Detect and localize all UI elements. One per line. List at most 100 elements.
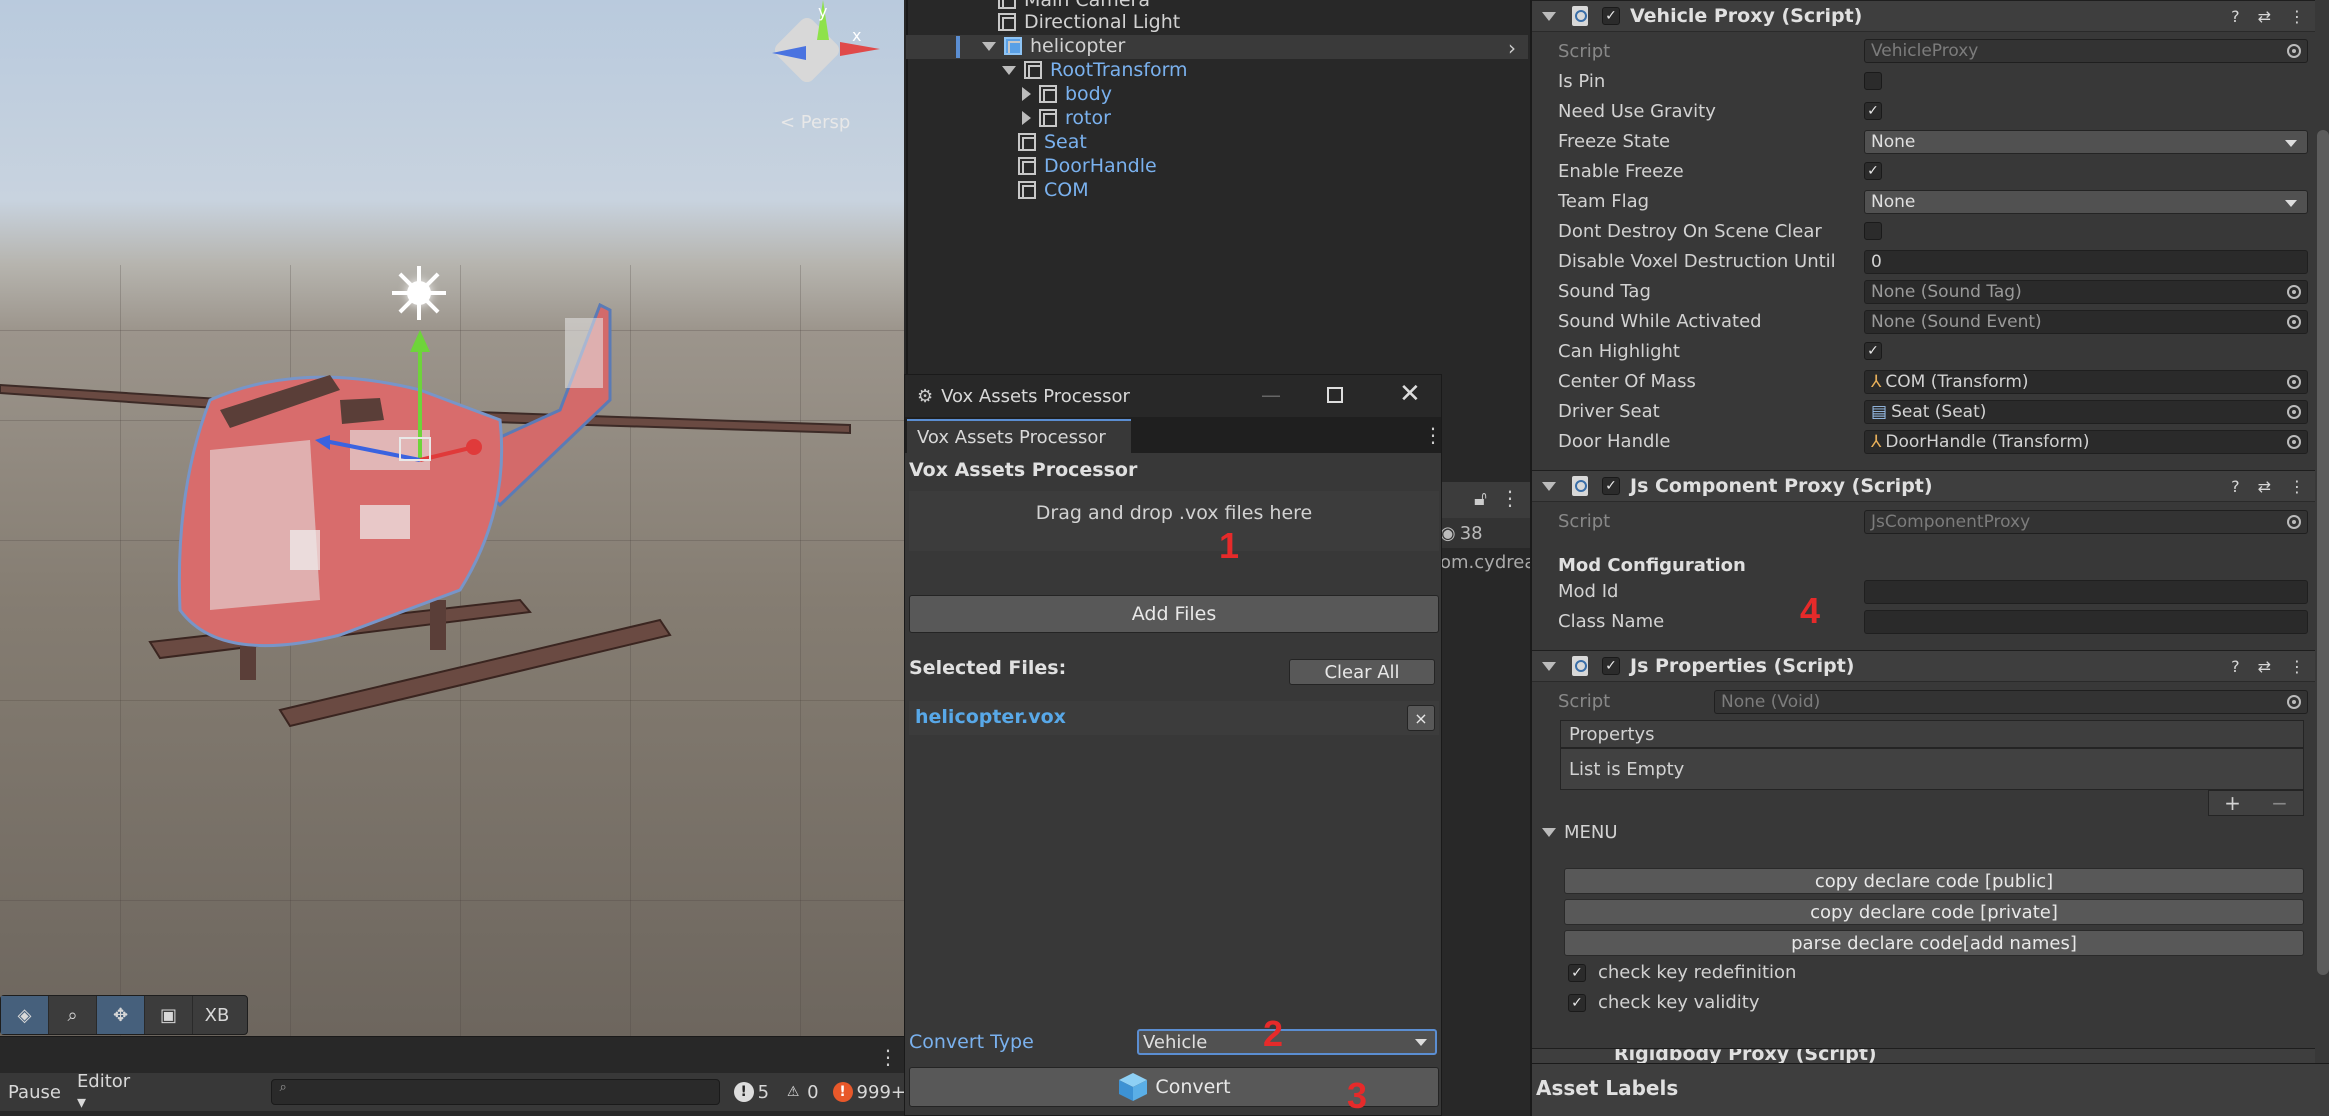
copy-public-button[interactable]: copy declare code [public] [1564,868,2304,894]
check-validity-checkbox[interactable]: ✓ [1568,994,1586,1012]
check-redefinition-checkbox[interactable]: ✓ [1568,964,1586,982]
script-field[interactable]: JsComponentProxy [1864,510,2308,534]
target-icon[interactable] [2287,44,2301,58]
js-properties-header[interactable]: ✓ Js Properties (Script) ? ⇄ ⋮ [1532,650,2315,682]
console-search-input[interactable]: ⌕ [270,1079,720,1105]
hierarchy-item-helicopter[interactable]: helicopter [982,34,1125,58]
helicopter-model[interactable] [0,290,904,750]
editor-dropdown[interactable]: Editor ▾ [69,1071,153,1113]
hierarchy-item-roottransform[interactable]: RootTransform [1002,58,1188,82]
help-icon[interactable]: ? [2231,477,2240,496]
remove-item-button[interactable]: − [2271,791,2288,815]
kebab-menu-icon[interactable]: ⋮ [1423,423,1443,447]
target-icon[interactable] [2287,515,2301,529]
kebab-menu-icon[interactable]: ⋮ [2289,7,2305,26]
add-item-button[interactable]: + [2224,791,2241,815]
component-enabled-checkbox[interactable]: ✓ [1602,657,1620,675]
target-icon[interactable] [2287,315,2301,329]
script-field[interactable]: VehicleProxy [1864,39,2308,63]
scene-view[interactable]: y x < Persp ◈ ⌕ ✥ ▣ XB [0,0,904,1036]
target-icon[interactable] [2287,695,2301,709]
kebab-menu-icon[interactable]: ⋮ [2289,657,2305,676]
need-gravity-checkbox[interactable]: ✓ [1864,102,1882,120]
sound-active-field[interactable]: None (Sound Event) [1864,310,2308,334]
sound-tag-field[interactable]: None (Sound Tag) [1864,280,2308,304]
hierarchy-item-seat[interactable]: Seat [1018,130,1087,154]
info-counter[interactable]: ! 5 [733,1082,769,1103]
error-counter[interactable]: ! 999+ [832,1082,906,1103]
script-field[interactable]: None (Void) [1714,690,2308,714]
driver-seat-field[interactable]: ▤ Seat (Seat) [1864,400,2308,424]
class-name-input[interactable] [1864,610,2308,634]
hierarchy-item-com[interactable]: COM [1018,178,1089,202]
xb-button[interactable]: XB [193,996,241,1034]
parse-declare-button[interactable]: parse declare code[add names] [1564,930,2304,956]
expand-arrow-icon[interactable] [1022,87,1031,101]
team-flag-dropdown[interactable]: None [1864,190,2308,214]
foldout-icon[interactable] [1542,661,1556,671]
kebab-menu-icon[interactable]: ⋮ [1500,486,1520,510]
move-tool-icon[interactable]: ✥ [97,996,145,1034]
center-mass-field[interactable]: ⅄ COM (Transform) [1864,370,2308,394]
persp-label[interactable]: < Persp [780,112,850,133]
search-icon[interactable]: ⌕ [49,996,97,1034]
foldout-icon[interactable] [1542,11,1556,21]
hierarchy-item-body[interactable]: body [1022,82,1112,106]
minimize-icon[interactable]: — [1261,383,1281,407]
vehicle-proxy-header[interactable]: ✓ Vehicle Proxy (Script) ? ⇄ ⋮ [1532,0,2315,32]
clear-all-button[interactable]: Clear All [1289,659,1435,685]
drop-zone[interactable]: Drag and drop .vox files here [909,491,1439,551]
remove-file-button[interactable]: × [1407,705,1435,731]
add-files-button[interactable]: Add Files [909,595,1439,633]
maximize-icon[interactable] [1327,387,1343,403]
component-enabled-checkbox[interactable]: ✓ [1602,7,1620,25]
help-icon[interactable]: ? [2231,657,2240,676]
close-icon[interactable]: ✕ [1399,379,1421,409]
enable-freeze-checkbox[interactable]: ✓ [1864,162,1882,180]
pause-button[interactable]: Pause [0,1082,69,1103]
target-icon[interactable] [2287,405,2301,419]
expand-arrow-icon[interactable] [1002,65,1016,75]
kebab-menu-icon[interactable]: ⋮ [878,1045,898,1069]
disable-voxel-input[interactable]: 0 [1864,250,2308,274]
preset-icon[interactable]: ⇄ [2258,657,2271,676]
lock-icon[interactable]: 🔓︎ [1474,486,1487,510]
hierarchy-item-doorhandle[interactable]: DoorHandle [1018,154,1157,178]
inspector-scrollbar[interactable] [2317,130,2329,975]
target-icon[interactable] [2287,285,2301,299]
asset-labels-header[interactable]: Asset Labels [1532,1063,2329,1116]
convert-type-dropdown[interactable]: Vehicle [1137,1029,1437,1055]
orientation-gizmo[interactable] [771,14,843,86]
freeze-state-dropdown[interactable]: None [1864,130,2308,154]
can-highlight-checkbox[interactable]: ✓ [1864,342,1882,360]
rigidbody-proxy-header[interactable]: Rigidbody Proxy (Script) [1532,1048,2315,1064]
chevron-right-icon[interactable]: › [1508,36,1516,60]
door-handle-field[interactable]: ⅄ DoorHandle (Transform) [1864,430,2308,454]
field-value: Seat (Seat) [1891,402,1987,422]
foldout-icon[interactable] [1542,481,1556,491]
tab-vox-assets-processor[interactable]: Vox Assets Processor [907,419,1131,453]
kebab-menu-icon[interactable]: ⋮ [2289,477,2305,496]
help-icon[interactable]: ? [2231,7,2240,26]
preset-icon[interactable]: ⇄ [2258,477,2271,496]
dont-destroy-checkbox[interactable] [1864,222,1882,240]
menu-foldout[interactable]: MENU [1542,822,1618,843]
component-enabled-checkbox[interactable]: ✓ [1602,477,1620,495]
is-pin-checkbox[interactable] [1864,72,1882,90]
visibility-counter[interactable]: ◉ 38 [1440,518,1530,548]
hierarchy-item-rotor[interactable]: rotor [1022,106,1111,130]
copy-private-button[interactable]: copy declare code [private] [1564,899,2304,925]
expand-arrow-icon[interactable] [1022,111,1031,125]
target-icon[interactable] [2287,435,2301,449]
warning-counter[interactable]: ⚠ 0 [783,1082,819,1103]
preset-icon[interactable]: ⇄ [2258,7,2271,26]
expand-arrow-icon[interactable] [982,41,996,51]
mod-id-input[interactable] [1864,580,2308,604]
window-titlebar[interactable]: ⚙ Vox Assets Processor — ✕ [905,375,1441,417]
camera-icon[interactable]: ▣ [145,996,193,1034]
js-component-header[interactable]: ✓ Js Component Proxy (Script) ? ⇄ ⋮ [1532,470,2315,502]
target-icon[interactable] [2287,375,2301,389]
script-icon: ▤ [1871,402,1888,422]
hierarchy-item-directional-light[interactable]: Directional Light [998,10,1180,34]
layers-icon[interactable]: ◈ [1,996,49,1034]
